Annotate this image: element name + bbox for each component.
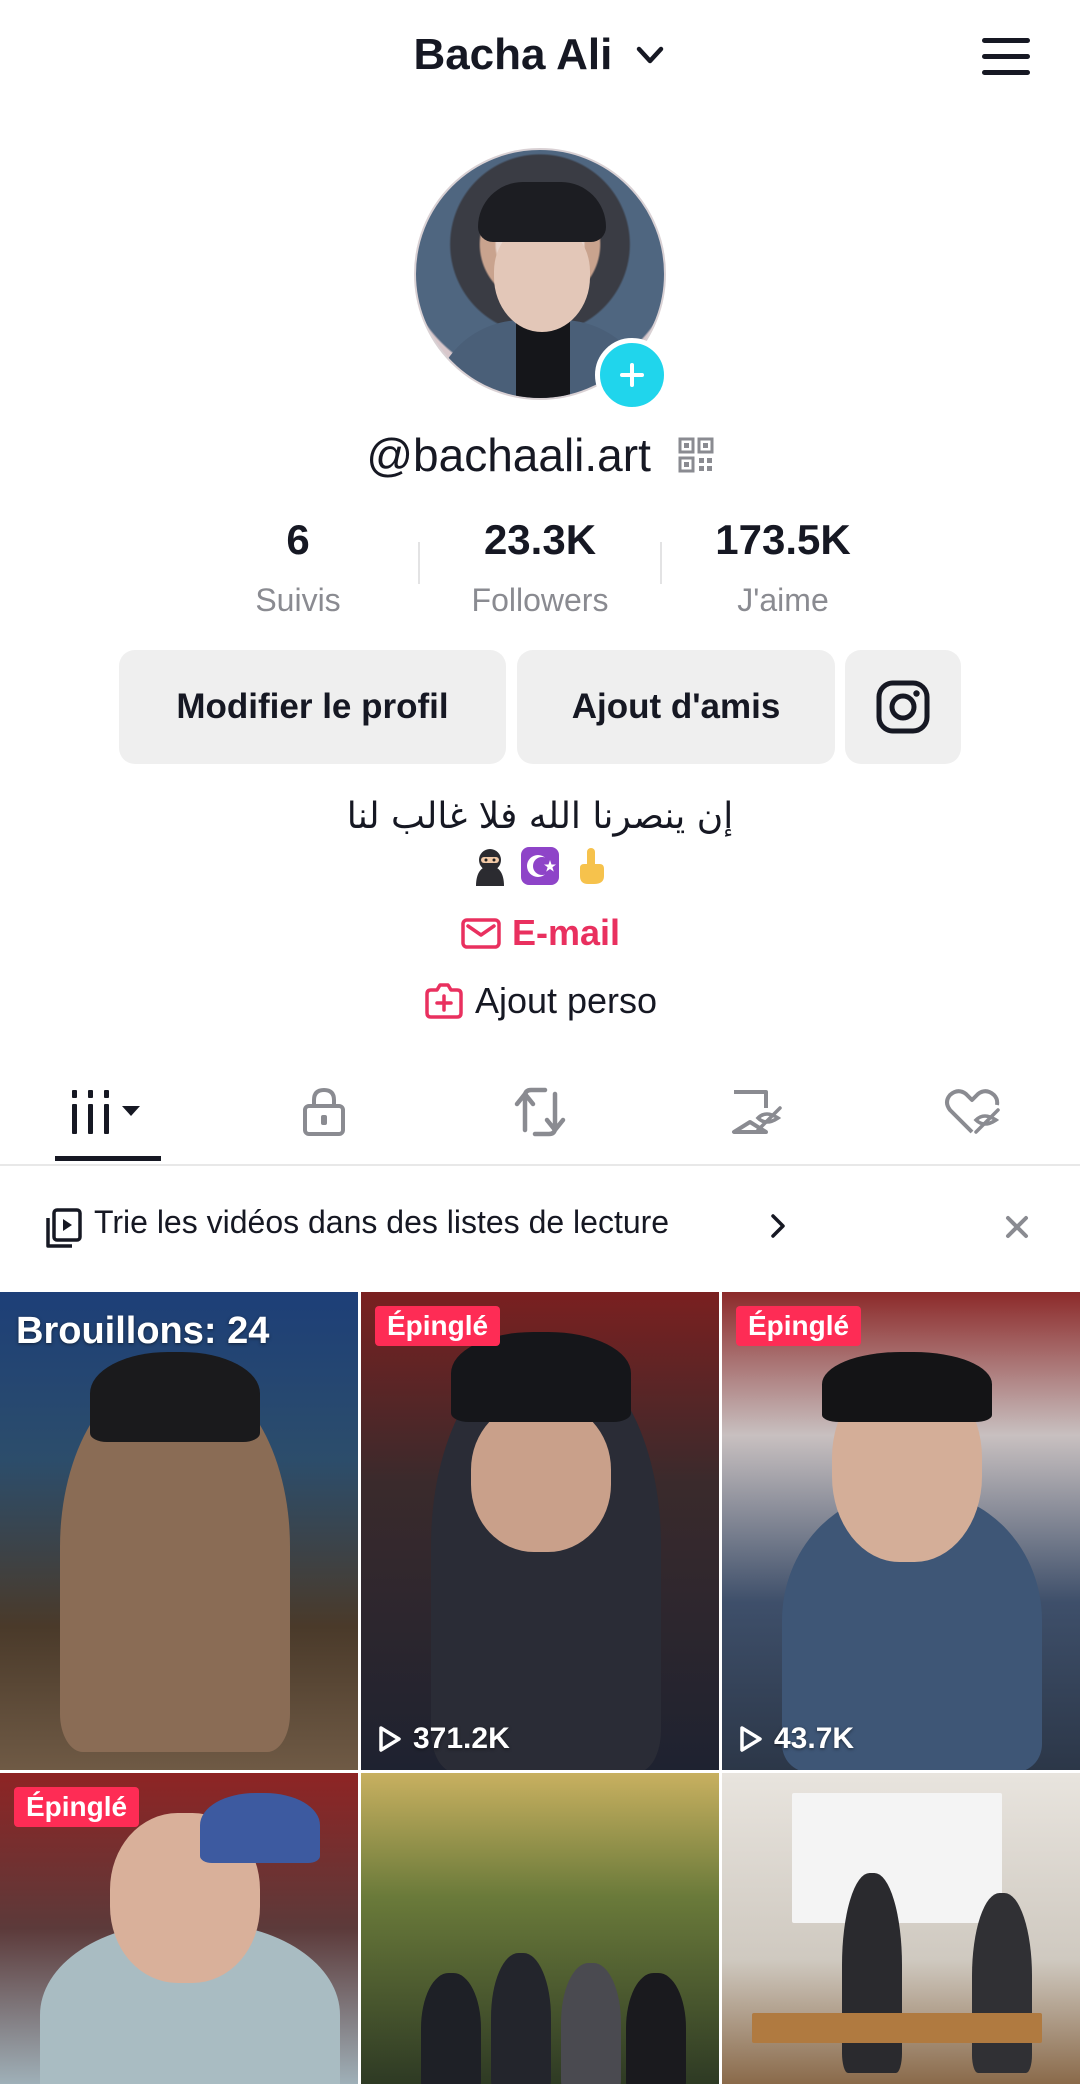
- playlist-icon: [46, 1208, 82, 1248]
- stat-followers[interactable]: 23.3K Followers: [420, 516, 660, 619]
- video-tile[interactable]: [361, 1773, 719, 2084]
- view-count-value: 371.2K: [413, 1722, 510, 1755]
- tab-videos[interactable]: [0, 1080, 216, 1144]
- hamburger-menu-icon[interactable]: [978, 34, 1034, 80]
- profile-name: Bacha Ali: [413, 30, 613, 80]
- stat-label: Suivis: [255, 582, 341, 618]
- stat-value: 6: [286, 516, 310, 563]
- add-perso-icon: [425, 983, 463, 1020]
- liked-icon: [945, 1089, 1000, 1134]
- favorites-icon: [732, 1090, 782, 1134]
- stat-value: 173.5K: [715, 516, 851, 563]
- repost-icon: [514, 1087, 566, 1137]
- stat-label: J'aime: [737, 582, 829, 618]
- videos-grid-icon: [72, 1090, 140, 1134]
- add-perso-label: Ajout perso: [474, 980, 658, 1022]
- lock-icon: [303, 1087, 345, 1136]
- content-tabs: [0, 1060, 1080, 1166]
- view-count: 43.7K: [738, 1722, 854, 1756]
- stat-divider: [660, 542, 662, 584]
- video-tile-drafts[interactable]: Brouillons: 24: [0, 1292, 358, 1770]
- play-icon: [740, 1726, 762, 1752]
- edit-profile-button[interactable]: Modifier le profil: [119, 650, 506, 764]
- video-tile[interactable]: Épinglé: [0, 1773, 358, 2084]
- stat-label: Followers: [471, 582, 609, 618]
- email-link[interactable]: E-mail: [0, 910, 1080, 954]
- ninja-emoji-icon: [475, 849, 504, 886]
- instagram-icon: [876, 680, 930, 734]
- play-icon: [379, 1726, 401, 1752]
- tab-private[interactable]: [216, 1080, 432, 1144]
- drafts-count-label: Brouillons: 24: [16, 1310, 270, 1352]
- stat-value: 23.3K: [483, 516, 597, 563]
- instagram-button[interactable]: [845, 650, 961, 764]
- username-row: @bachaali.art: [0, 424, 1080, 482]
- bio-text: إن ينصرنا الله فلا غالب لنا: [346, 796, 734, 837]
- tab-liked[interactable]: [864, 1080, 1080, 1144]
- view-count: 371.2K: [377, 1722, 510, 1756]
- active-tab-indicator: [55, 1156, 161, 1161]
- pinned-badge: Épinglé: [736, 1306, 862, 1346]
- stat-likes[interactable]: 173.5K J'aime: [663, 516, 903, 619]
- playlist-banner-text: Trie les vidéos dans des listes de lectu…: [94, 1204, 670, 1240]
- view-count-value: 43.7K: [774, 1722, 855, 1755]
- email-label: E-mail: [511, 912, 621, 954]
- video-tile[interactable]: [722, 1773, 1080, 2084]
- video-tile[interactable]: Épinglé 43.7K: [722, 1292, 1080, 1770]
- stat-following[interactable]: 6 Suivis: [178, 516, 418, 619]
- close-icon[interactable]: [1002, 1212, 1032, 1242]
- username: @bachaali.art: [366, 428, 651, 481]
- tab-favorites[interactable]: [648, 1080, 864, 1144]
- pinned-badge: Épinglé: [375, 1306, 501, 1346]
- star-and-crescent-emoji-icon: [521, 847, 559, 885]
- qr-code-icon[interactable]: [678, 437, 714, 473]
- add-perso-link[interactable]: Ajout perso: [0, 978, 1080, 1022]
- bio-emojis: [0, 846, 1080, 886]
- chevron-down-icon: [636, 47, 663, 64]
- video-tile[interactable]: Épinglé 371.2K: [361, 1292, 719, 1770]
- index-pointing-up-emoji-icon: [580, 848, 605, 884]
- account-switcher[interactable]: Bacha Ali: [0, 28, 1080, 80]
- email-icon: [461, 918, 501, 950]
- tab-reposts[interactable]: [432, 1080, 648, 1144]
- add-story-plus-icon[interactable]: [595, 338, 669, 412]
- pinned-badge: Épinglé: [14, 1787, 140, 1827]
- add-friends-button[interactable]: Ajout d'amis: [517, 650, 835, 764]
- chevron-right-icon: [771, 1214, 785, 1238]
